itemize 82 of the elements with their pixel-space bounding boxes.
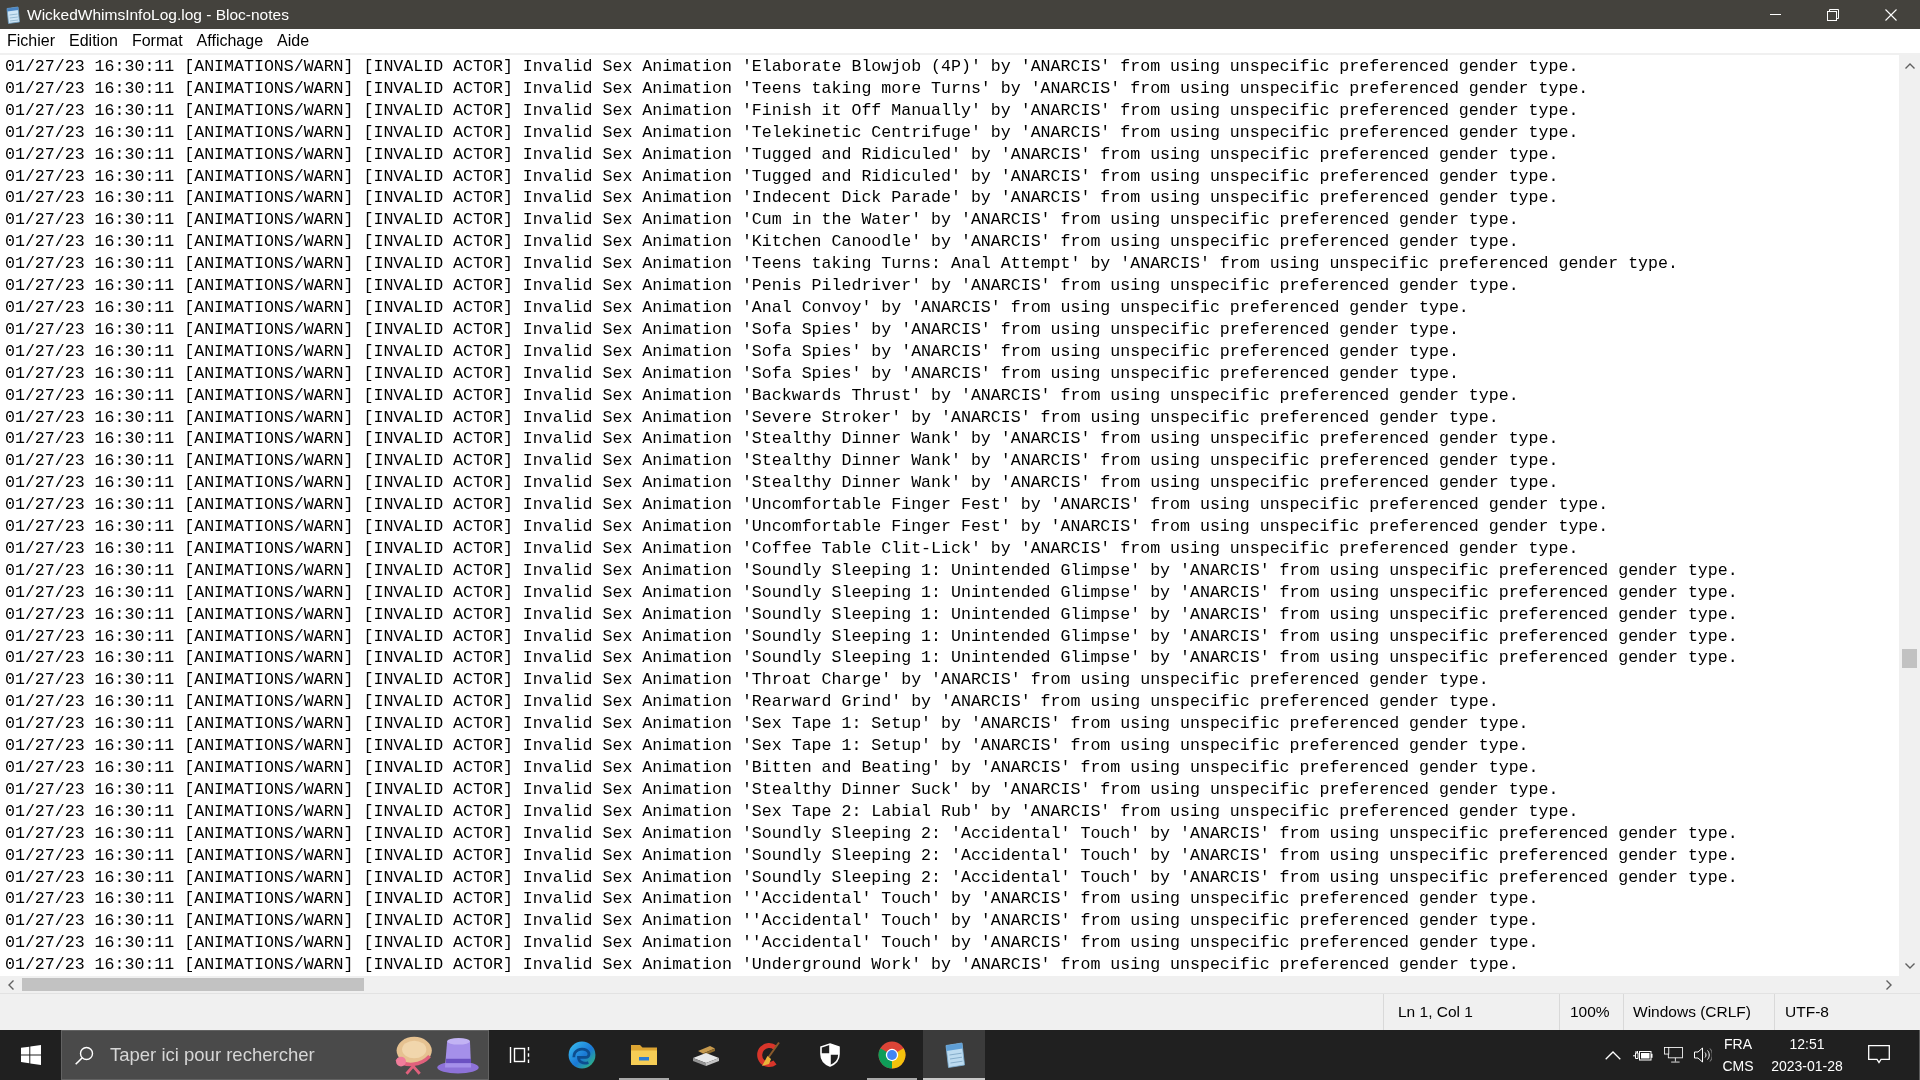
caret-down-icon[interactable] — [1904, 962, 1915, 969]
menu-item[interactable]: Affichage — [189, 31, 271, 51]
top-hat-icon[interactable] — [436, 1036, 480, 1074]
log-line: 01/27/23 16:30:11 [ANIMATIONS/WARN] [INVALID ACTOR] Invalid Sex Animation 'Severe Stroker' by 'ANARCIS' from using unspecific preferenced gender type. — [5, 406, 1499, 429]
clock-button[interactable]: 12:51 2023-01-28 — [1763, 1030, 1851, 1080]
log-line: 01/27/23 16:30:11 [ANIMATIONS/WARN] [INVALID ACTOR] Invalid Sex Animation 'Soundly Sleeping 2: 'Accidental' Touch' by 'ANARCIS' from using unspecific preferenced gender type. — [5, 844, 1738, 867]
four-panes-icon — [20, 1045, 41, 1065]
segmented-circle-icon — [878, 1041, 906, 1069]
notification-icon[interactable] — [1868, 1045, 1890, 1065]
log-line: 01/27/23 16:30:11 [ANIMATIONS/WARN] [INVALID ACTOR] Invalid Sex Animation 'Rearward Grind' by 'ANARCIS' from using unspecific preferenced gender type. — [5, 691, 1499, 714]
log-line: 01/27/23 16:30:11 [ANIMATIONS/WARN] [INVALID ACTOR] Invalid Sex Animation 'Stealthy Dinner Wank' by 'ANARCIS' from using unspecific preferenced gender type. — [5, 472, 1559, 495]
log-line: 01/27/23 16:30:11 [ANIMATIONS/WARN] [INVALID ACTOR] Invalid Sex Animation 'Anal Convoy' by 'ANARCIS' from using unspecific preferenced gender type. — [5, 296, 1469, 319]
task-view-icon — [509, 1045, 531, 1065]
log-line: 01/27/23 16:30:11 [ANIMATIONS/WARN] [INVALID ACTOR] Invalid Sex Animation ''Accidental' Touch' by 'ANARCIS' from using unspecific preferenced gender type. — [5, 932, 1539, 955]
log-line: 01/27/23 16:30:11 [ANIMATIONS/WARN] [INVALID ACTOR] Invalid Sex Animation 'Teens taking Turns: Anal Attempt' by 'ANARCIS' from using unspecific preferenced gender type. — [5, 253, 1678, 276]
horizontal-scrollbar[interactable] — [0, 976, 1920, 993]
caret-right-icon[interactable] — [1885, 979, 1892, 990]
log-line: 01/27/23 16:30:11 [ANIMATIONS/WARN] [INVALID ACTOR] Invalid Sex Animation 'Underground Work' by 'ANARCIS' from using unspecific preferenced gender type. — [5, 954, 1519, 976]
log-line: 01/27/23 16:30:11 [ANIMATIONS/WARN] [INVALID ACTOR] Invalid Sex Animation 'Sex Tape 2: Labial Rub' by 'ANARCIS' from using unspecific preferenced gender type. — [5, 800, 1579, 823]
log-line: 01/27/23 16:30:11 [ANIMATIONS/WARN] [INVALID ACTOR] Invalid Sex Animation 'Bitten and Beating' by 'ANARCIS' from using unspecific preferenced gender type. — [5, 757, 1539, 779]
menu-item[interactable]: Format — [124, 31, 190, 51]
line-ending: Windows (CRLF) — [1633, 1003, 1751, 1021]
cursor-position: Ln 1, Col 1 — [1398, 1003, 1473, 1021]
search-icon — [75, 1045, 94, 1065]
swirl-icon — [568, 1041, 596, 1069]
log-line: 01/27/23 16:30:11 [ANIMATIONS/WARN] [INVALID ACTOR] Invalid Sex Animation 'Coffee Table Clit-Lick' by 'ANARCIS' from using unspecific preferenced gender type. — [5, 537, 1579, 560]
scanner-icon — [691, 1043, 721, 1067]
log-line: 01/27/23 16:30:11 [ANIMATIONS/WARN] [INVALID ACTOR] Invalid Sex Animation ''Accidental' Touch' by 'ANARCIS' from using unspecific preferenced gender type. — [5, 910, 1539, 933]
search-bar[interactable]: Taper ici pour rechercher — [61, 1030, 489, 1080]
log-line: 01/27/23 16:30:11 [ANIMATIONS/WARN] [INVALID ACTOR] Invalid Sex Animation 'Finish it Off Manually' by 'ANARCIS' from using unspecific preferenced gender type. — [5, 99, 1579, 122]
log-line: 01/27/23 16:30:11 [ANIMATIONS/WARN] [INVALID ACTOR] Invalid Sex Animation 'Sofa Spies' by 'ANARCIS' from using unspecific preferenced gender type. — [5, 318, 1459, 341]
taskbar-button[interactable] — [923, 1030, 985, 1080]
log-line: 01/27/23 16:30:11 [ANIMATIONS/WARN] [INVALID ACTOR] Invalid Sex Animation 'Sex Tape 1: Setup' by 'ANARCIS' from using unspecific preferenced gender type. — [5, 713, 1529, 736]
scroll-thumb[interactable] — [1902, 649, 1917, 668]
log-line: 01/27/23 16:30:11 [ANIMATIONS/WARN] [INVALID ACTOR] Invalid Sex Animation 'Soundly Sleeping 2: 'Accidental' Touch' by 'ANARCIS' from using unspecific preferenced gender type. — [5, 822, 1738, 845]
shield-icon — [820, 1043, 840, 1067]
language-button[interactable]: FRA CMS — [1718, 1030, 1758, 1080]
zoom-level: 100% — [1570, 1003, 1610, 1021]
menu-item[interactable]: Fichier — [0, 31, 62, 51]
menu-item[interactable]: Aide — [270, 31, 317, 51]
window-title: WickedWhimsInfoLog.log - Bloc-notes — [27, 5, 289, 24]
menu-item[interactable]: Edition — [62, 31, 125, 51]
log-line: 01/27/23 16:30:11 [ANIMATIONS/WARN] [INVALID ACTOR] Invalid Sex Animation 'Tugged and Ridiculed' by 'ANARCIS' from using unspecific preferenced gender type. — [5, 165, 1559, 188]
log-line: 01/27/23 16:30:11 [ANIMATIONS/WARN] [INVALID ACTOR] Invalid Sex Animation 'Penis Piledriver' by 'ANARCIS' from using unspecific preferenced gender type. — [5, 275, 1519, 297]
battery-icon[interactable] — [1633, 1049, 1653, 1061]
log-line: 01/27/23 16:30:11 [ANIMATIONS/WARN] [INVALID ACTOR] Invalid Sex Animation 'Sofa Spies' by 'ANARCIS' from using unspecific preferenced gender type. — [5, 340, 1459, 363]
log-line: 01/27/23 16:30:11 [ANIMATIONS/WARN] [INVALID ACTOR] Invalid Sex Animation 'Indecent Dick Parade' by 'ANARCIS' from using unspecific preferenced gender type. — [5, 187, 1559, 210]
caret-left-icon[interactable] — [7, 979, 14, 990]
close-icon — [1885, 8, 1897, 21]
log-line: 01/27/23 16:30:11 [ANIMATIONS/WARN] [INVALID ACTOR] Invalid Sex Animation 'Tugged and Ridiculed' by 'ANARCIS' from using unspecific preferenced gender type. — [5, 143, 1559, 166]
encoding: UTF-8 — [1785, 1003, 1829, 1021]
log-line: 01/27/23 16:30:11 [ANIMATIONS/WARN] [INVALID ACTOR] Invalid Sex Animation 'Soundly Sleeping 1: Unintended Glimpse' by 'ANARCIS' from using unspecific preferenced gender type. — [5, 581, 1738, 604]
log-line: 01/27/23 16:30:11 [ANIMATIONS/WARN] [INVALID ACTOR] Invalid Sex Animation 'Kitchen Canoodle' by 'ANARCIS' from using unspecific preferenced gender type. — [5, 231, 1519, 254]
vertical-scrollbar[interactable] — [1899, 55, 1920, 976]
log-line: 01/27/23 16:30:11 [ANIMATIONS/WARN] [INVALID ACTOR] Invalid Sex Animation ''Accidental' Touch' by 'ANARCIS' from using unspecific preferenced gender type. — [5, 888, 1539, 911]
scroll-thumb[interactable] — [22, 978, 364, 991]
log-line: 01/27/23 16:30:11 [ANIMATIONS/WARN] [INVALID ACTOR] Invalid Sex Animation 'Stealthy Dinner Wank' by 'ANARCIS' from using unspecific preferenced gender type. — [5, 450, 1559, 473]
search-input[interactable]: Taper ici pour rechercher — [110, 1044, 388, 1066]
log-line: 01/27/23 16:30:11 [ANIMATIONS/WARN] [INVALID ACTOR] Invalid Sex Animation 'Uncomfortable Finger Fest' by 'ANARCIS' from using unspecific preferenced gender type. — [5, 494, 1609, 517]
log-line: 01/27/23 16:30:11 [ANIMATIONS/WARN] [INVALID ACTOR] Invalid Sex Animation 'Soundly Sleeping 2: 'Accidental' Touch' by 'ANARCIS' from using unspecific preferenced gender type. — [5, 866, 1738, 889]
log-line: 01/27/23 16:30:11 [ANIMATIONS/WARN] [INVALID ACTOR] Invalid Sex Animation 'Stealthy Dinner Suck' by 'ANARCIS' from using unspecific preferenced gender type. — [5, 778, 1559, 801]
log-line: 01/27/23 16:30:11 [ANIMATIONS/WARN] [INVALID ACTOR] Invalid Sex Animation 'Telekinetic Centrifuge' by 'ANARCIS' from using unspecific preferenced gender type. — [5, 121, 1579, 144]
log-line: 01/27/23 16:30:11 [ANIMATIONS/WARN] [INVALID ACTOR] Invalid Sex Animation 'Soundly Sleeping 1: Unintended Glimpse' by 'ANARCIS' from using unspecific preferenced gender type. — [5, 559, 1738, 582]
log-line: 01/27/23 16:30:11 [ANIMATIONS/WARN] [INVALID ACTOR] Invalid Sex Animation 'Backwards Thrust' by 'ANARCIS' from using unspecific preferenced gender type. — [5, 384, 1519, 407]
log-line: 01/27/23 16:30:11 [ANIMATIONS/WARN] [INVALID ACTOR] Invalid Sex Animation 'Soundly Sleeping 1: Unintended Glimpse' by 'ANARCIS' from using unspecific preferenced gender type. — [5, 603, 1738, 626]
network-icon[interactable] — [1663, 1047, 1683, 1063]
log-line: 01/27/23 16:30:11 [ANIMATIONS/WARN] [INVALID ACTOR] Invalid Sex Animation 'Sex Tape 1: Setup' by 'ANARCIS' from using unspecific preferenced gender type. — [5, 735, 1529, 757]
log-line: 01/27/23 16:30:11 [ANIMATIONS/WARN] [INVALID ACTOR] Invalid Sex Animation 'Uncomfortable Finger Fest' by 'ANARCIS' from using unspecific preferenced gender type. — [5, 516, 1609, 538]
log-line: 01/27/23 16:30:11 [ANIMATIONS/WARN] [INVALID ACTOR] Invalid Sex Animation 'Elaborate Blowjob (4P)' by 'ANARCIS' from using unspecific preferenced gender type. — [5, 56, 1579, 78]
restore-icon — [1827, 8, 1839, 21]
log-line: 01/27/23 16:30:11 [ANIMATIONS/WARN] [INVALID ACTOR] Invalid Sex Animation 'Stealthy Dinner Wank' by 'ANARCIS' from using unspecific preferenced gender type. — [5, 428, 1559, 451]
log-line: 01/27/23 16:30:11 [ANIMATIONS/WARN] [INVALID ACTOR] Invalid Sex Animation 'Soundly Sleeping 1: Unintended Glimpse' by 'ANARCIS' from using unspecific preferenced gender type. — [5, 647, 1738, 670]
log-line: 01/27/23 16:30:11 [ANIMATIONS/WARN] [INVALID ACTOR] Invalid Sex Animation 'Teens taking more Turns' by 'ANARCIS' from using unspecific preferenced gender type. — [5, 77, 1589, 100]
notepad-icon — [5, 5, 21, 24]
minimize-icon — [1769, 14, 1781, 15]
log-line: 01/27/23 16:30:11 [ANIMATIONS/WARN] [INVALID ACTOR] Invalid Sex Animation 'Cum in the Water' by 'ANARCIS' from using unspecific preferenced gender type. — [5, 209, 1519, 232]
brush-icon — [754, 1041, 782, 1069]
volume-icon[interactable] — [1694, 1047, 1712, 1063]
log-line: 01/27/23 16:30:11 [ANIMATIONS/WARN] [INVALID ACTOR] Invalid Sex Animation 'Throat Charge' by 'ANARCIS' from using unspecific preferenced gender type. — [5, 669, 1489, 692]
folder-icon — [630, 1043, 658, 1067]
log-line: 01/27/23 16:30:11 [ANIMATIONS/WARN] [INVALID ACTOR] Invalid Sex Animation 'Sofa Spies' by 'ANARCIS' from using unspecific preferenced gender type. — [5, 362, 1459, 385]
log-line: 01/27/23 16:30:11 [ANIMATIONS/WARN] [INVALID ACTOR] Invalid Sex Animation 'Soundly Sleeping 1: Unintended Glimpse' by 'ANARCIS' from using unspecific preferenced gender type. — [5, 625, 1738, 648]
